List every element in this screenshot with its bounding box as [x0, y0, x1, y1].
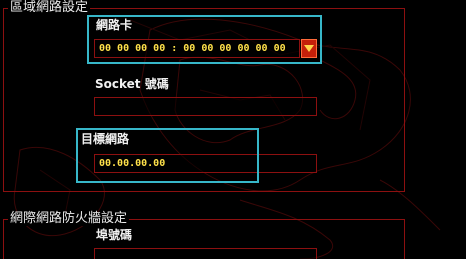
lan-settings-title: 區域網路設定: [8, 0, 91, 15]
socket-label: Socket 號碼: [95, 77, 169, 91]
target-network-input[interactable]: 00.00.00.00: [94, 154, 317, 173]
network-card-select[interactable]: 00 00 00 00 : 00 00 00 00 00 00: [94, 39, 300, 58]
firewall-settings-title: 網際網路防火牆設定: [8, 211, 130, 226]
triangle-down-icon: [304, 45, 314, 52]
network-card-label: 網路卡: [96, 18, 133, 32]
port-input[interactable]: [94, 248, 317, 259]
network-card-dropdown-button[interactable]: [301, 39, 317, 58]
socket-input[interactable]: [94, 97, 317, 116]
port-label: 埠號碼: [96, 228, 133, 242]
target-network-label: 目標網路: [81, 132, 130, 146]
